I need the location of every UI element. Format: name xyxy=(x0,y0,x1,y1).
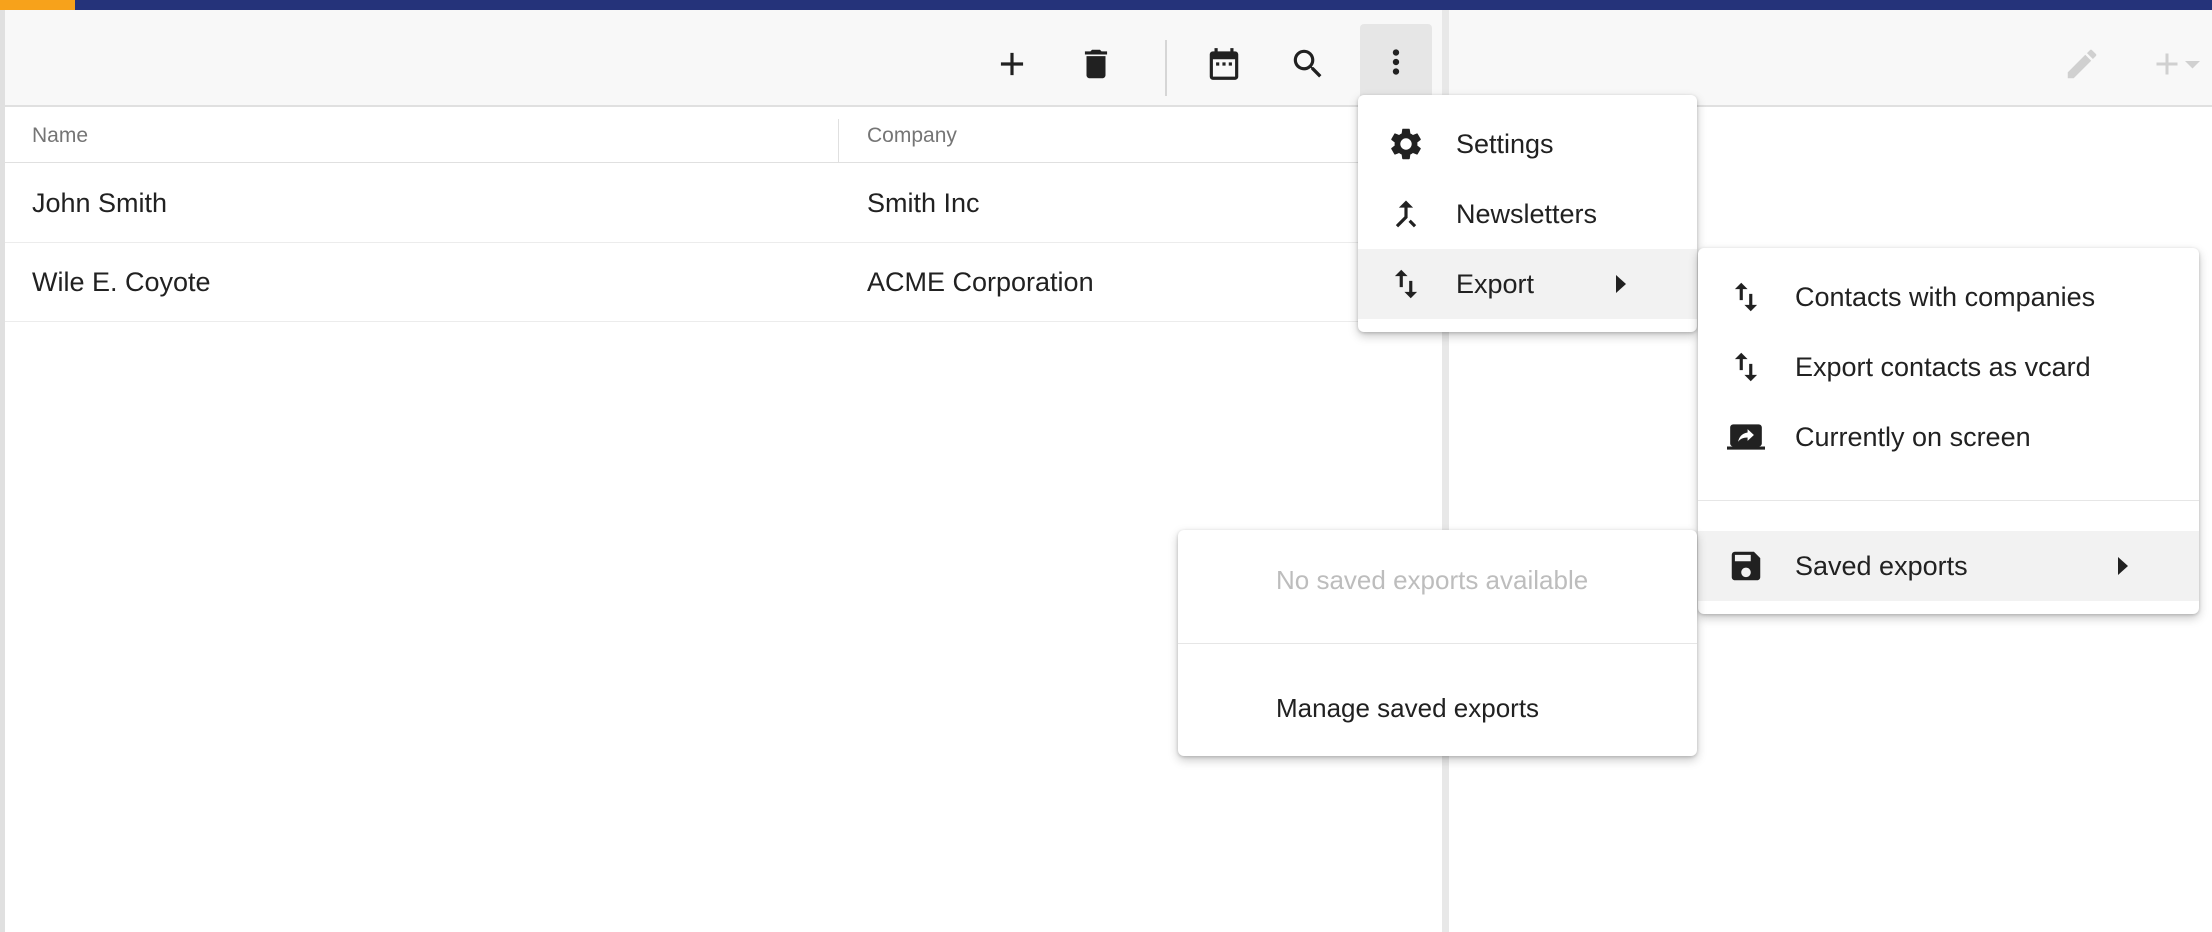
plus-dropdown-icon xyxy=(2156,53,2200,75)
menu-item-label: Export xyxy=(1456,268,1535,299)
import-export-icon xyxy=(1726,347,1766,387)
column-header-company[interactable]: Company xyxy=(867,109,957,163)
menu-divider xyxy=(1698,500,2199,501)
menu-item-label: Contacts with companies xyxy=(1795,281,2096,312)
more-options-menu: Settings Newsletters Export xyxy=(1358,95,1697,332)
cell-company: Smith Inc xyxy=(867,188,980,218)
submenu-arrow-icon xyxy=(2118,557,2128,575)
menu-item-contacts-with-companies[interactable]: Contacts with companies xyxy=(1698,262,2199,332)
menu-item-settings[interactable]: Settings xyxy=(1358,109,1697,179)
submenu-arrow-icon xyxy=(1616,275,1626,293)
import-export-icon xyxy=(1386,264,1426,304)
menu-item-manage-saved-exports[interactable]: Manage saved exports xyxy=(1178,673,1697,743)
floppy-disk-icon xyxy=(1726,546,1766,586)
calendar-button[interactable] xyxy=(1192,32,1256,96)
table-row[interactable]: John Smith Smith Inc xyxy=(5,164,1442,243)
menu-item-label: Saved exports xyxy=(1795,550,1968,581)
toolbar-separator xyxy=(1165,40,1167,96)
grid-header: Name Company xyxy=(5,109,1442,163)
menu-item-no-saved-exports: No saved exports available xyxy=(1178,545,1697,615)
column-header-name[interactable]: Name xyxy=(32,109,88,163)
menu-item-label: Currently on screen xyxy=(1795,421,2031,452)
add-dropdown-button[interactable] xyxy=(2140,32,2212,96)
menu-item-currently-on-screen[interactable]: Currently on screen xyxy=(1698,402,2199,472)
empty-state-text: No saved exports available xyxy=(1276,564,1589,595)
detail-toolbar xyxy=(1449,10,2212,107)
cell-company: ACME Corporation xyxy=(867,267,1094,297)
add-button[interactable] xyxy=(980,32,1044,96)
app-top-bar xyxy=(0,0,2212,10)
import-export-icon xyxy=(1726,277,1766,317)
delete-button[interactable] xyxy=(1064,32,1128,96)
menu-item-label: Settings xyxy=(1456,128,1554,159)
search-button[interactable] xyxy=(1276,32,1340,96)
cell-name: John Smith xyxy=(32,188,168,218)
main-toolbar xyxy=(5,10,1442,107)
menu-item-label: Export contacts as vcard xyxy=(1795,351,2091,382)
more-options-button[interactable] xyxy=(1360,24,1432,100)
merge-icon xyxy=(1386,194,1426,234)
search-icon xyxy=(1293,49,1322,78)
pencil-icon xyxy=(2067,49,2097,79)
table-row[interactable]: Wile E. Coyote ACME Corporation xyxy=(5,243,1442,322)
cell-name: Wile E. Coyote xyxy=(32,267,211,297)
progress-accent xyxy=(0,0,75,10)
edit-button[interactable] xyxy=(2050,32,2114,96)
menu-divider xyxy=(1178,643,1697,644)
export-submenu: Contacts with companies Export contacts … xyxy=(1698,248,2199,614)
menu-item-export-vcard[interactable]: Export contacts as vcard xyxy=(1698,332,2199,402)
plus-icon xyxy=(1000,52,1024,76)
screen-share-icon xyxy=(1726,417,1766,457)
menu-item-newsletters[interactable]: Newsletters xyxy=(1358,179,1697,249)
menu-item-label: Manage saved exports xyxy=(1276,692,1540,723)
trash-icon xyxy=(1084,49,1108,79)
more-vertical-icon xyxy=(1392,49,1400,75)
gear-icon xyxy=(1386,124,1426,164)
menu-item-export[interactable]: Export xyxy=(1358,249,1697,319)
menu-item-saved-exports[interactable]: Saved exports xyxy=(1698,531,2199,601)
calendar-icon xyxy=(1209,48,1239,80)
saved-exports-submenu: No saved exports available Manage saved … xyxy=(1178,530,1697,756)
menu-item-label: Newsletters xyxy=(1456,198,1598,229)
column-divider[interactable] xyxy=(838,119,839,163)
